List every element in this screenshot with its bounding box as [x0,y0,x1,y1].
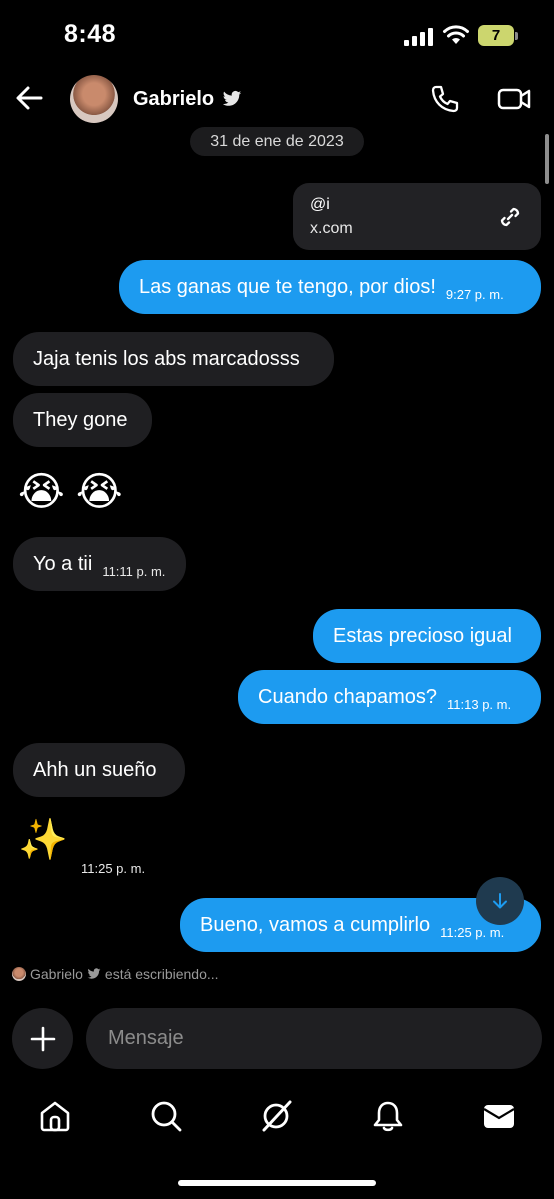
message-text: Bueno, vamos a cumplirlo [200,913,431,936]
message-time: 11:25 p. m. [440,924,505,940]
search-icon[interactable] [149,1099,183,1133]
typing-text: está escribiendo... [104,966,219,982]
typing-indicator: Gabrielo está escribiendo... [12,966,219,982]
incoming-message[interactable]: Jaja tenis los abs marcadosss [13,332,334,386]
phone-call-icon[interactable] [430,84,460,114]
link-handle: @i [310,196,330,213]
back-arrow-icon[interactable] [14,84,44,112]
add-attachment-button[interactable] [12,1008,73,1069]
link-domain: x.com [310,220,353,237]
battery-icon: 7 [478,25,514,46]
home-indicator [178,1180,376,1186]
incoming-message[interactable]: Yo a tii 11:11 p. m. [13,537,186,591]
message-text: Las ganas que te tengo, por dios! [139,275,436,298]
status-time: 8:48 [64,20,117,48]
message-time: 11:25 p. m. [81,861,146,876]
notifications-icon[interactable] [371,1099,405,1133]
messages-icon[interactable] [482,1099,516,1133]
emoji-message[interactable]: 😭 😭 [18,472,123,512]
scrollbar[interactable] [545,134,549,184]
contact-name[interactable]: Gabrielo [133,88,214,111]
incoming-message[interactable]: Ahh un sueño [13,743,185,797]
typing-name: Gabrielo [30,966,83,982]
message-text: They gone [33,408,128,431]
message-text: Jaja tenis los abs marcadosss [33,347,300,370]
message-time: 11:13 p. m. [447,696,512,712]
contact-avatar[interactable] [70,75,118,123]
message-text: Cuando chapamos? [258,685,438,708]
twitter-bird-icon [222,90,242,106]
message-text: Estas precioso igual [333,624,512,647]
outgoing-message[interactable]: Cuando chapamos? 11:13 p. m. [238,670,541,724]
arrow-down-icon [493,893,507,909]
battery-tip [515,32,518,40]
date-separator: 31 de ene de 2023 [190,127,364,156]
link-icon [500,207,520,227]
message-input[interactable] [86,1008,542,1069]
grok-icon[interactable] [259,1099,293,1133]
plus-icon [30,1026,55,1051]
message-time: 9:27 p. m. [445,286,504,302]
message-text: Yo a tii [33,552,93,575]
outgoing-message[interactable]: Estas precioso igual [313,609,541,663]
emoji-message[interactable]: ✨ [18,820,68,860]
message-text: Ahh un sueño [33,758,157,781]
video-call-icon[interactable] [497,84,531,114]
message-time: 11:11 p. m. [102,563,166,579]
incoming-message[interactable]: They gone [13,393,152,447]
typing-avatar [12,967,26,981]
scroll-to-bottom-button[interactable] [476,877,524,925]
outgoing-message[interactable]: Las ganas que te tengo, por dios! 9:27 p… [119,260,541,314]
wifi-icon [443,25,469,44]
twitter-bird-icon [87,968,101,979]
cellular-signal-icon [404,26,433,46]
home-icon[interactable] [38,1099,72,1133]
